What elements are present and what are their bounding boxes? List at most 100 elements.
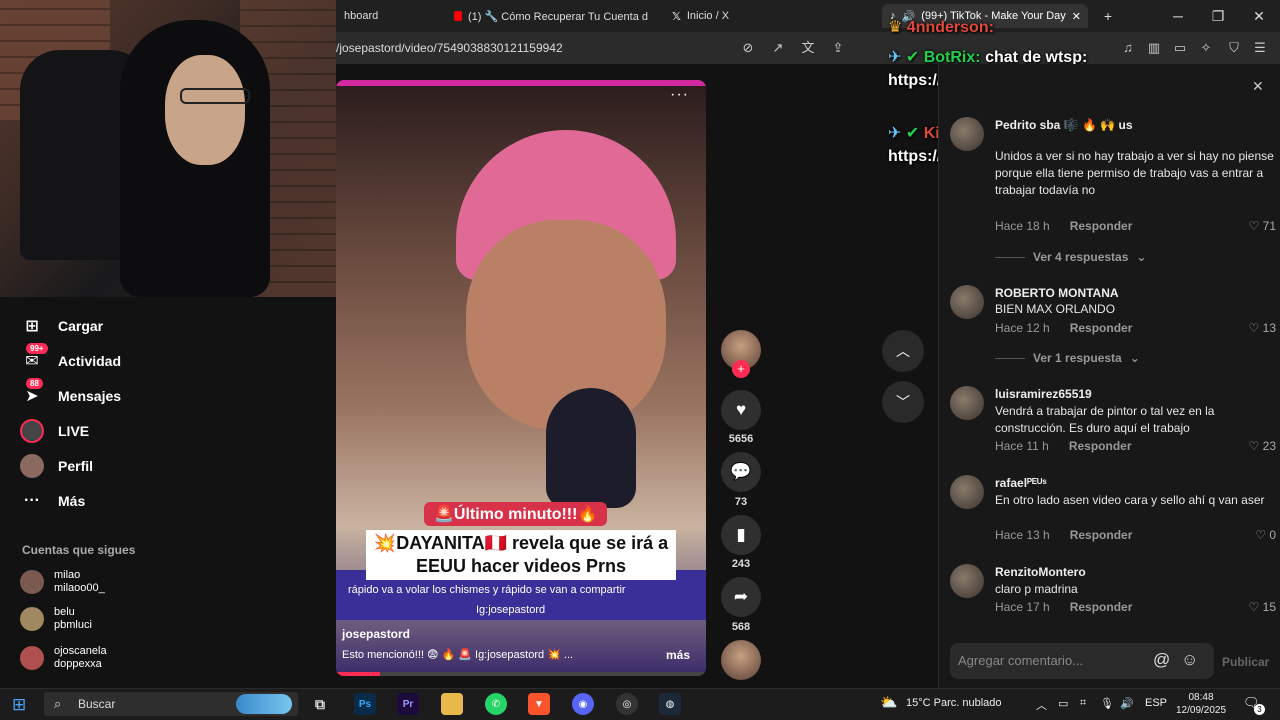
heart-outline-icon: ♡ [1248, 439, 1260, 453]
following-account[interactable]: ojoscanela doppexxa [20, 641, 107, 675]
url-field[interactable]: /josepastord/video/7549038830121159942 [336, 41, 563, 55]
view-replies-button[interactable]: Ver 4 respuestas ⌄ [995, 250, 1146, 264]
language-indicator[interactable]: ESP [1145, 697, 1167, 709]
video-author[interactable]: josepastord [342, 627, 410, 641]
avatar[interactable] [950, 117, 984, 151]
view-replies-button[interactable]: Ver 1 respuesta ⌄ [995, 351, 1140, 365]
tab-dashboard[interactable]: hboard [336, 4, 436, 28]
following-title: Cuentas que sigues [22, 543, 136, 557]
share-icon[interactable]: ⇪ [830, 40, 846, 56]
chevron-down-icon: ﹀ [896, 394, 910, 410]
windows-start-icon[interactable]: ⊞ [12, 695, 26, 715]
network-icon[interactable]: ⌗ [1080, 697, 1086, 710]
comment-like-count: 0 [1269, 528, 1276, 542]
account-name: milao [54, 569, 81, 581]
follow-button[interactable]: + [732, 360, 750, 378]
comment-text: Unidos a ver si no hay trabajo a ver si … [995, 149, 1274, 197]
open-external-icon[interactable]: ↗ [770, 40, 786, 56]
reply-button[interactable]: Responder [1069, 439, 1132, 453]
webcam-overlay [0, 0, 336, 297]
brave-browser-icon[interactable]: ▼ [528, 693, 550, 715]
comment-username[interactable]: ROBERTO MONTANA [995, 286, 1119, 300]
comment-like-count: 15 [1262, 600, 1276, 614]
sidebar-item-mas[interactable]: ··· Más [20, 487, 85, 515]
avatar[interactable] [950, 564, 984, 598]
like-button[interactable]: ♥ [721, 390, 761, 430]
sidebar-item-perfil[interactable]: Perfil [20, 452, 93, 480]
more-options-icon[interactable]: ··· [670, 86, 689, 104]
following-account[interactable]: belu pbmluci [20, 602, 92, 636]
tab-youtube[interactable]: (1) 🔧 Cómo Recuperar Tu Cuenta d [446, 4, 656, 28]
following-account[interactable]: milao milaoo00_ [20, 565, 105, 599]
rocket-icon: ✈ [888, 125, 902, 142]
video-progress[interactable] [336, 672, 706, 676]
no-cast-icon[interactable]: ⊘ [740, 40, 756, 56]
comment-input-placeholder: Agregar comentario... [958, 653, 1084, 668]
emoji-icon[interactable]: ☺ [1181, 650, 1198, 670]
sidebar-item-mensajes[interactable]: ➤ 88 Mensajes [20, 378, 121, 410]
comment-username[interactable]: Pedrito sba 🎼 🔥 🙌 us [995, 118, 1133, 132]
sidebar-item-actividad[interactable]: ✉ 99+ Actividad [20, 343, 121, 375]
file-explorer-icon[interactable] [441, 693, 463, 715]
tab-label: Inicio / X [686, 10, 730, 22]
tab-x[interactable]: 𝕏 Inicio / X [664, 4, 864, 28]
photoshop-icon[interactable]: Ps [354, 693, 376, 715]
activity-icon: ✉ 99+ [20, 343, 48, 373]
comment-icon: 💬 [730, 462, 752, 481]
reply-button[interactable]: Responder [1070, 600, 1133, 614]
video-player[interactable]: ··· 🚨Último minuto!!!🔥 💥DAYANITA🇵🇪 revel… [336, 80, 706, 676]
reply-button[interactable]: Responder [1070, 219, 1133, 233]
comment-username[interactable]: luisramirez65519 [995, 387, 1092, 401]
next-video-button[interactable]: ﹀ [882, 381, 924, 423]
tray-monitor-icon[interactable]: ▭ [1058, 697, 1068, 710]
comment-button[interactable]: 💬 [721, 452, 761, 492]
notification-count: 3 [1254, 704, 1265, 715]
comment-text: claro p madrina [995, 582, 1078, 596]
music-disc-avatar[interactable] [721, 640, 761, 680]
sidebar-item-label: Cargar [58, 318, 104, 334]
obs-icon[interactable]: ◎ [616, 693, 638, 715]
comment-like[interactable]: ♡ 71 [1236, 219, 1276, 233]
share-button[interactable]: ➦ [721, 577, 761, 617]
comment-like[interactable]: ♡ 13 [1236, 321, 1276, 335]
sidebar-item-live[interactable]: LIVE [20, 417, 89, 445]
heart-outline-icon: ♡ [1248, 219, 1260, 233]
volume-icon[interactable]: 🔊 [1120, 697, 1134, 710]
task-view-icon[interactable]: ⧉ [309, 693, 331, 715]
comment-like[interactable]: ♡ 23 [1236, 439, 1276, 453]
whatsapp-icon[interactable]: ✆ [485, 693, 507, 715]
comment-like[interactable]: ♡ 15 [1236, 600, 1276, 614]
discord-icon[interactable]: ◉ [572, 693, 594, 715]
avatar [20, 570, 44, 594]
comment-username[interactable]: rafaelᴾᴱᵁˢ [995, 476, 1047, 490]
video-progress-fill [336, 672, 381, 676]
clock[interactable]: 08:48 12/09/2025 [1176, 691, 1226, 717]
save-button[interactable]: ▮ [721, 515, 761, 555]
microphone-icon[interactable]: 🎙 [1100, 697, 1114, 710]
heart-outline-icon: ♡ [1248, 321, 1260, 335]
comment-text: Vendrá a trabajar de pintor o tal vez en… [995, 404, 1215, 435]
more-link[interactable]: más [666, 648, 690, 662]
avatar[interactable] [950, 386, 984, 420]
publish-button[interactable]: Publicar [1222, 655, 1269, 669]
translate-icon[interactable]: 文 [800, 40, 816, 56]
reply-button[interactable]: Responder [1070, 321, 1133, 335]
weather-text[interactable]: 15°C Parc. nublado [906, 697, 1002, 709]
comment-username[interactable]: RenzitoMontero [995, 565, 1086, 579]
steam-icon[interactable]: ◍ [659, 693, 681, 715]
tab-label: (1) 🔧 Cómo Recuperar Tu Cuenta d [468, 10, 648, 23]
comment-meta: Hace 13 h Responder [995, 528, 1132, 542]
mention-icon[interactable]: @ [1153, 650, 1170, 670]
comment-like[interactable]: ♡ 0 [1236, 528, 1276, 542]
reply-button[interactable]: Responder [1070, 528, 1133, 542]
tray-expand-icon[interactable]: ︿ [1036, 697, 1047, 713]
activity-badge: 99+ [26, 343, 48, 354]
avatar[interactable] [950, 285, 984, 319]
close-comments-icon[interactable]: ✕ [1252, 78, 1264, 95]
avatar[interactable] [950, 475, 984, 509]
sidebar-item-cargar[interactable]: ⊞ Cargar [20, 312, 103, 340]
comment-like-count: 23 [1262, 439, 1276, 453]
previous-video-button[interactable]: ︿ [882, 330, 924, 372]
premiere-icon[interactable]: Pr [397, 693, 419, 715]
live-icon [20, 419, 44, 443]
